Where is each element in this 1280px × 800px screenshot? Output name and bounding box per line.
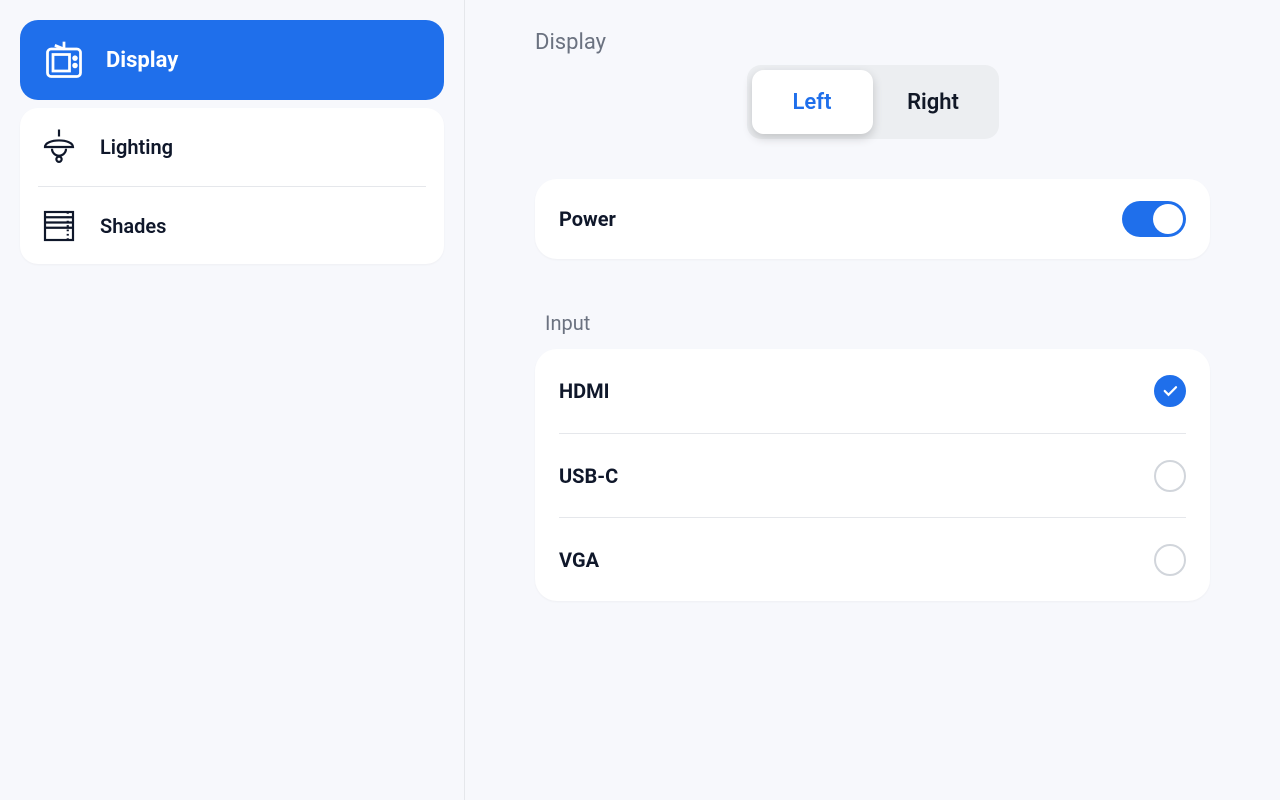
main-panel: Display Left Right Power Input HDMI USB-… bbox=[465, 0, 1280, 800]
sidebar: Display Lighting bbox=[0, 0, 465, 800]
input-option-label: VGA bbox=[559, 548, 599, 572]
tab-right[interactable]: Right bbox=[873, 70, 994, 134]
power-label: Power bbox=[559, 207, 616, 231]
check-icon bbox=[1161, 382, 1179, 400]
sidebar-list: Lighting Shades bbox=[20, 108, 444, 264]
sidebar-item-label: Display bbox=[106, 48, 178, 73]
power-toggle[interactable] bbox=[1122, 201, 1186, 237]
sidebar-item-label: Lighting bbox=[100, 135, 173, 159]
input-option-usbc[interactable]: USB-C bbox=[559, 433, 1186, 517]
input-option-label: HDMI bbox=[559, 379, 609, 403]
tab-left[interactable]: Left bbox=[752, 70, 873, 134]
display-side-segmented: Left Right bbox=[747, 65, 999, 139]
input-option-label: USB-C bbox=[559, 464, 618, 488]
radio-usbc[interactable] bbox=[1154, 460, 1186, 492]
lamp-icon bbox=[38, 126, 80, 168]
sidebar-item-lighting[interactable]: Lighting bbox=[38, 108, 426, 186]
input-option-vga[interactable]: VGA bbox=[559, 517, 1186, 601]
tv-icon bbox=[42, 38, 86, 82]
input-section-title: Input bbox=[545, 311, 1210, 335]
sidebar-item-label: Shades bbox=[100, 214, 166, 238]
input-option-hdmi[interactable]: HDMI bbox=[559, 349, 1186, 433]
sidebar-item-display[interactable]: Display bbox=[20, 20, 444, 100]
input-list: HDMI USB-C VGA bbox=[535, 349, 1210, 601]
radio-vga[interactable] bbox=[1154, 544, 1186, 576]
radio-hdmi[interactable] bbox=[1154, 375, 1186, 407]
page-title: Display bbox=[535, 30, 1210, 55]
toggle-knob bbox=[1153, 204, 1183, 234]
sidebar-item-shades[interactable]: Shades bbox=[38, 186, 426, 264]
power-card: Power bbox=[535, 179, 1210, 259]
shades-icon bbox=[38, 205, 80, 247]
